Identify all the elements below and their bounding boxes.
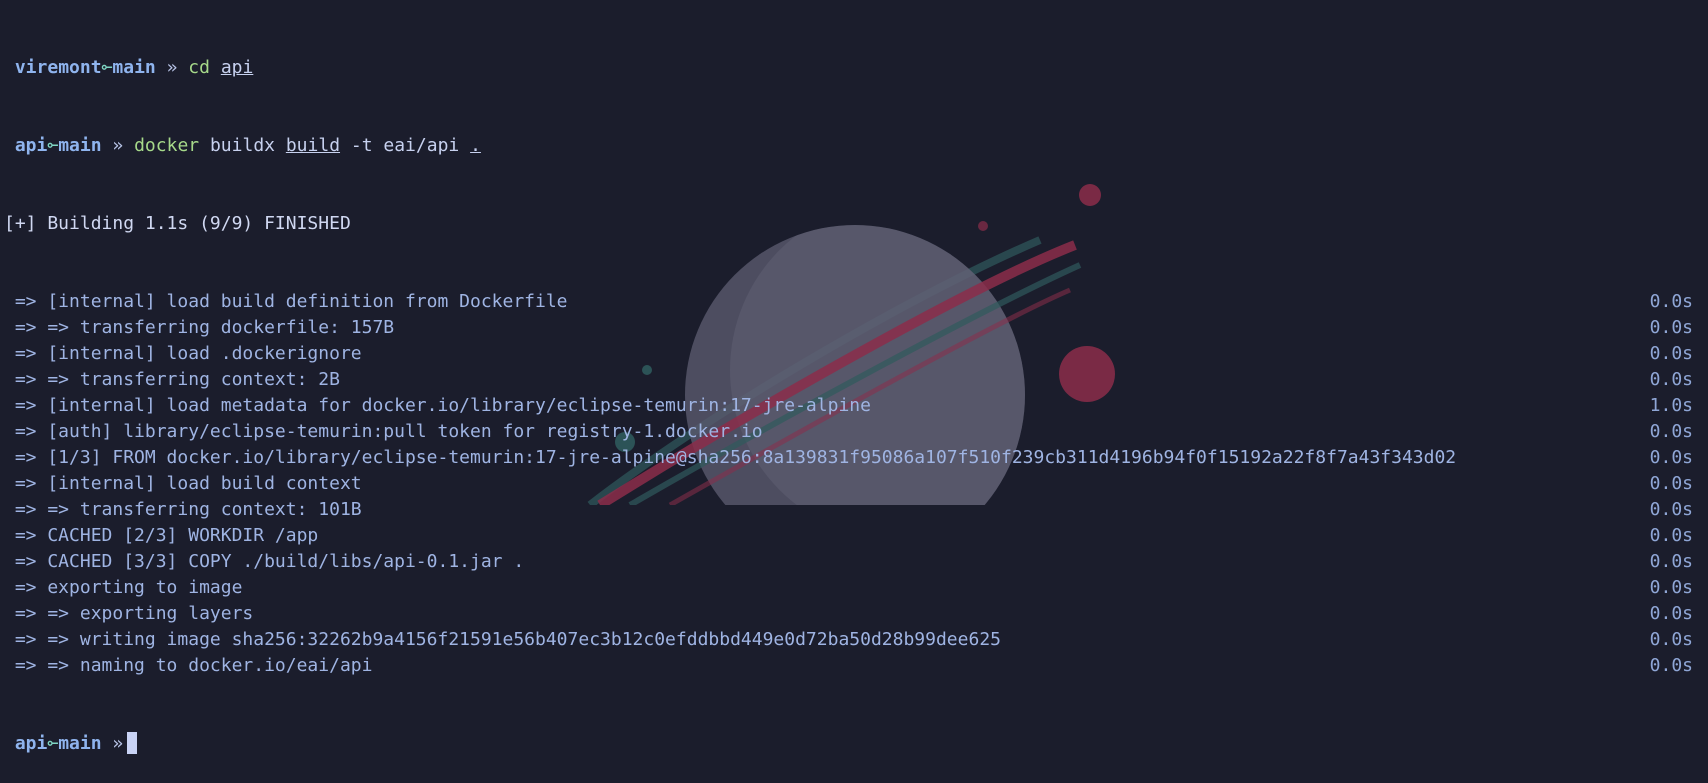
build-step-time: 1.0s (1649, 395, 1693, 416)
git-branch-icon: ⟜ (47, 135, 59, 156)
build-step-line: => => transferring context: 2B 0.0s (4, 367, 1704, 393)
build-step-time: 0.0s (1649, 525, 1693, 546)
build-step-text: => exporting to image (4, 577, 243, 598)
command-sub2: build (285, 135, 341, 156)
command-arg: api (220, 57, 254, 78)
build-step-line: => [internal] load build definition from… (4, 289, 1704, 315)
prompt-line: api⟜main » docker buildx build -t eai/ap… (4, 133, 1704, 159)
build-step-time: 0.0s (1649, 343, 1693, 364)
build-step-text: => => writing image sha256:32262b9a4156f… (4, 629, 1001, 650)
build-step-text: => => transferring dockerfile: 157B (4, 317, 395, 338)
build-step-text: => [auth] library/eclipse-temurin:pull t… (4, 421, 763, 442)
git-branch-icon: ⟜ (101, 57, 113, 78)
build-step-line: => => naming to docker.io/eai/api 0.0s (4, 653, 1704, 679)
build-step-line: => CACHED [2/3] WORKDIR /app 0.0s (4, 523, 1704, 549)
prompt-branch: main (58, 135, 102, 156)
build-step-time: 0.0s (1649, 447, 1693, 468)
build-step-time: 0.0s (1649, 291, 1693, 312)
prompt-arrow: » (112, 135, 124, 156)
prompt-line[interactable]: api⟜main » (4, 731, 1704, 757)
build-step-line: => => transferring dockerfile: 157B 0.0s (4, 315, 1704, 341)
prompt-branch: main (58, 733, 102, 754)
command: cd (188, 57, 210, 78)
build-step-text: => => exporting layers (4, 603, 254, 624)
build-step-line: => => exporting layers 0.0s (4, 601, 1704, 627)
prompt-arrow: » (166, 57, 178, 78)
build-step-line: => [auth] library/eclipse-temurin:pull t… (4, 419, 1704, 445)
prompt-dir: api (14, 135, 48, 156)
build-step-text: => [internal] load build definition from… (4, 291, 568, 312)
build-step-line: => [internal] load .dockerignore 0.0s (4, 341, 1704, 367)
build-step-text: => => transferring context: 101B (4, 499, 362, 520)
build-step-text: => => naming to docker.io/eai/api (4, 655, 373, 676)
build-step-text: => CACHED [2/3] WORKDIR /app (4, 525, 319, 546)
build-step-time: 0.0s (1649, 577, 1693, 598)
terminal-output: viremont⟜main » cd api api⟜main » docker… (4, 3, 1704, 783)
build-step-time: 0.0s (1649, 369, 1693, 390)
build-step-line: => => transferring context: 101B 0.0s (4, 497, 1704, 523)
build-step-line: => CACHED [3/3] COPY ./build/libs/api-0.… (4, 549, 1704, 575)
build-step-line: => [internal] load build context 0.0s (4, 471, 1704, 497)
prompt-arrow: » (112, 733, 124, 754)
build-step-text: => [internal] load .dockerignore (4, 343, 362, 364)
prompt-dir: viremont (14, 57, 102, 78)
prompt-dir: api (14, 733, 48, 754)
build-step-line: => [1/3] FROM docker.io/library/eclipse-… (4, 445, 1704, 471)
build-step-text: => [internal] load metadata for docker.i… (4, 395, 871, 416)
build-header: [+] Building 1.1s (9/9) FINISHED (4, 213, 351, 234)
command-sub: buildx (209, 135, 275, 156)
command-context: . (470, 135, 481, 156)
build-step-text: => [internal] load build context (4, 473, 362, 494)
command-args: -t eai/api (350, 135, 460, 156)
build-step-text: => => transferring context: 2B (4, 369, 340, 390)
build-step-time: 0.0s (1649, 421, 1693, 442)
prompt-branch: main (112, 57, 156, 78)
text-cursor[interactable] (127, 732, 138, 754)
build-step-time: 0.0s (1649, 603, 1693, 624)
command: docker (134, 135, 200, 156)
build-step-time: 0.0s (1649, 655, 1693, 676)
git-branch-icon: ⟜ (47, 733, 59, 754)
build-step-text: => CACHED [3/3] COPY ./build/libs/api-0.… (4, 551, 525, 572)
build-step-time: 0.0s (1649, 629, 1693, 650)
prompt-line: viremont⟜main » cd api (4, 55, 1704, 81)
build-step-line: => [internal] load metadata for docker.i… (4, 393, 1704, 419)
build-step-text: => [1/3] FROM docker.io/library/eclipse-… (4, 447, 1457, 468)
build-step-time: 0.0s (1649, 317, 1693, 338)
build-step-time: 0.0s (1649, 551, 1693, 572)
build-step-line: => exporting to image 0.0s (4, 575, 1704, 601)
build-step-time: 0.0s (1649, 473, 1693, 494)
build-step-line: => => writing image sha256:32262b9a4156f… (4, 627, 1704, 653)
build-step-time: 0.0s (1649, 499, 1693, 520)
